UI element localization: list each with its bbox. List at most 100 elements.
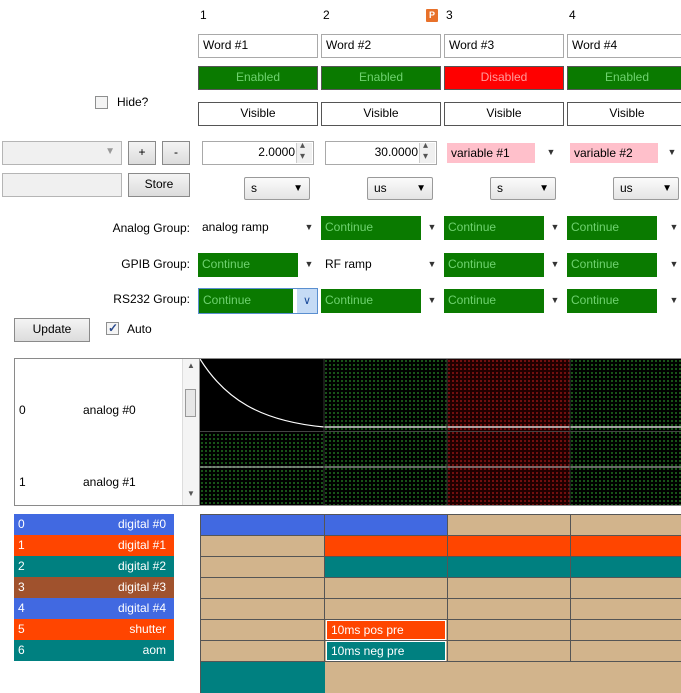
unit-label: s (251, 181, 257, 195)
digital-cell[interactable] (325, 515, 448, 536)
chevron-down-icon[interactable]: ∨ (297, 289, 317, 313)
store-button[interactable]: Store (128, 173, 190, 197)
duration-variable-select-3[interactable]: variable #1 ▼ (444, 141, 564, 165)
scroll-up-icon[interactable]: ▲ (187, 361, 195, 370)
word-name-input-2[interactable]: Word #2 (321, 34, 441, 58)
digital-cell[interactable] (325, 536, 448, 557)
time-unit-select-4[interactable]: us ▼ (613, 177, 679, 200)
auto-checkbox[interactable] (106, 321, 119, 335)
digital-cell[interactable] (325, 578, 448, 599)
digital-cell[interactable] (448, 578, 571, 599)
analog-group-select-4[interactable]: Continue ▼ (567, 216, 681, 240)
digital-cell[interactable] (571, 557, 681, 578)
analog-group-select-3[interactable]: Continue ▼ (444, 216, 564, 240)
word-name-input-1[interactable]: Word #1 (198, 34, 318, 58)
scroll-thumb[interactable] (185, 389, 196, 417)
enabled-toggle-button-1[interactable]: Enabled (198, 66, 318, 90)
remove-variable-button[interactable]: - (162, 141, 190, 165)
duration-spinner-2[interactable]: 30.0000 (325, 140, 437, 165)
digital-channel-row[interactable]: 4 digital #4 (14, 598, 174, 619)
pulse-marker-badge[interactable]: P (426, 9, 438, 22)
digital-cell[interactable] (571, 599, 681, 620)
store-name-input[interactable] (2, 173, 122, 197)
rs232-group-select-1[interactable]: Continue ∨ (198, 288, 318, 314)
word-name-input-4[interactable]: Word #4 (567, 34, 681, 58)
rs232-group-select-3[interactable]: Continue ▼ (444, 289, 564, 313)
time-unit-select-1[interactable]: s ▼ (244, 177, 310, 200)
analog-channel-name-0: analog #0 (83, 403, 136, 417)
digital-channel-index: 2 (18, 559, 25, 573)
digital-cell[interactable] (201, 515, 325, 536)
enabled-toggle-button-4[interactable]: Enabled (567, 66, 681, 90)
chevron-down-icon: ▼ (550, 222, 560, 232)
hide-checkbox[interactable] (95, 96, 108, 109)
column-number-1: 1 (200, 8, 207, 22)
digital-cell[interactable] (448, 641, 571, 662)
time-unit-select-3[interactable]: s ▼ (490, 177, 556, 200)
rs232-group-select-2[interactable]: Continue ▼ (321, 289, 441, 313)
digital-cell[interactable] (571, 641, 681, 662)
digital-cell[interactable] (201, 557, 325, 578)
gpib-group-select-3[interactable]: Continue ▼ (444, 253, 564, 277)
scroll-down-icon[interactable]: ▼ (187, 489, 195, 498)
unit-label: s (497, 181, 503, 195)
enabled-toggle-button-2[interactable]: Enabled (321, 66, 441, 90)
word-name-input-3[interactable]: Word #3 (444, 34, 564, 58)
analog-group-select-2[interactable]: Continue ▼ (321, 216, 441, 240)
gpib-group-select-2[interactable]: RF ramp ▼ (321, 253, 441, 277)
spinner-arrows-icon[interactable] (296, 140, 312, 163)
digital-cell[interactable] (571, 620, 681, 641)
digital-cell[interactable] (325, 599, 448, 620)
digital-cell[interactable] (448, 599, 571, 620)
digital-channel-row[interactable]: 1 digital #1 (14, 535, 174, 556)
digital-cell[interactable] (201, 536, 325, 557)
visible-toggle-button-2[interactable]: Visible (321, 102, 441, 126)
digital-cell[interactable] (571, 515, 681, 536)
hide-label: Hide? (117, 95, 149, 109)
gpib-group-select-1[interactable]: Continue ▼ (198, 253, 318, 277)
digital-cell[interactable] (571, 578, 681, 599)
digital-cell[interactable] (448, 536, 571, 557)
analog-scrollbar[interactable]: ▲ ▼ (182, 359, 199, 505)
visible-toggle-button-3[interactable]: Visible (444, 102, 564, 126)
time-unit-select-2[interactable]: us ▼ (367, 177, 433, 200)
digital-cell[interactable] (201, 578, 325, 599)
spinner-arrows-icon[interactable] (419, 140, 435, 163)
visible-toggle-button-4[interactable]: Visible (567, 102, 681, 126)
analog-group-value: Continue (567, 216, 657, 240)
update-button[interactable]: Update (14, 318, 90, 342)
analog-group-select-1[interactable]: analog ramp ▼ (198, 216, 318, 240)
duration-value: 30.0000 (374, 145, 418, 159)
add-variable-button[interactable]: + (128, 141, 156, 165)
variable-select[interactable]: ▼ (2, 141, 122, 165)
digital-cell[interactable] (325, 662, 681, 693)
digital-channel-name: digital #0 (117, 517, 166, 531)
digital-channel-row[interactable]: 3 digital #3 (14, 577, 174, 598)
gpib-group-select-4[interactable]: Continue ▼ (567, 253, 681, 277)
duration-variable-select-4[interactable]: variable #2 ▼ (567, 141, 681, 165)
digital-cell[interactable] (571, 536, 681, 557)
digital-channel-row[interactable]: 6 aom (14, 640, 174, 661)
shutter-pulse-label[interactable]: 10ms pos pre (326, 620, 446, 640)
chevron-down-icon: ▼ (550, 295, 560, 305)
digital-cell[interactable] (448, 515, 571, 536)
digital-cell[interactable] (201, 620, 325, 641)
digital-channel-row[interactable]: 5 shutter (14, 619, 174, 640)
rs232-group-select-4[interactable]: Continue ▼ (567, 289, 681, 313)
chevron-down-icon: ▼ (304, 259, 314, 269)
analog-0-decay-trace (200, 359, 681, 428)
aom-pulse-label[interactable]: 10ms neg pre (326, 641, 446, 661)
digital-channel-index: 0 (18, 517, 25, 531)
duration-spinner-1[interactable]: 2.0000 (202, 140, 314, 165)
enabled-toggle-button-3[interactable]: Disabled (444, 66, 564, 90)
digital-channel-row[interactable]: 2 digital #2 (14, 556, 174, 577)
analog-channel-list: 0 analog #0 1 analog #1 ▲ ▼ (14, 358, 200, 506)
digital-cell[interactable] (448, 620, 571, 641)
digital-cell[interactable] (201, 641, 325, 662)
digital-cell[interactable] (201, 599, 325, 620)
digital-cell[interactable] (325, 557, 448, 578)
variable-label: variable #2 (570, 143, 658, 163)
visible-toggle-button-1[interactable]: Visible (198, 102, 318, 126)
digital-channel-row[interactable]: 0 digital #0 (14, 514, 174, 535)
digital-cell[interactable] (448, 557, 571, 578)
